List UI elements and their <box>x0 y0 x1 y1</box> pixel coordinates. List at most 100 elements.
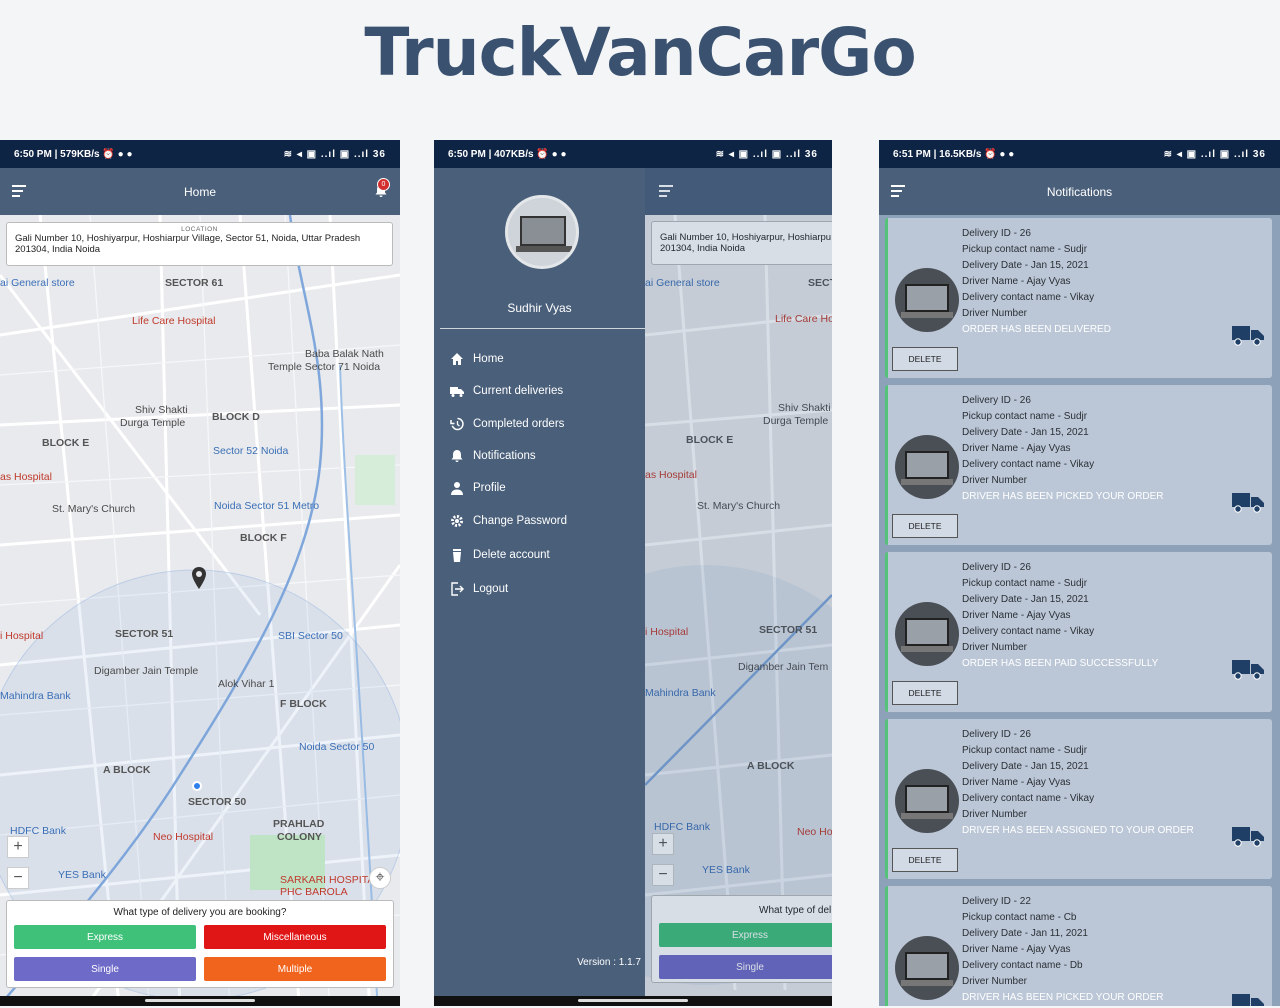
notification-card[interactable]: Delivery ID - 26 Pickup contact name - Su… <box>885 385 1272 545</box>
notification-field: Driver Number <box>962 976 1028 987</box>
delivery-type-card: What type of delivery you are booking? E… <box>6 900 394 988</box>
background-screen: ai General store SECT Life Care Ho Shiv … <box>645 168 832 996</box>
order-status: DRIVER HAS BEEN ASSIGNED TO YOUR ORDER <box>962 825 1194 836</box>
drawer-item-label: Home <box>473 353 504 365</box>
map-label: Noida Sector 51 Metro <box>214 500 320 512</box>
drawer-item-completed-orders[interactable]: Completed orders <box>450 417 564 431</box>
drawer-item-label: Profile <box>473 482 506 494</box>
notification-card[interactable]: Delivery ID - 22 Pickup contact name - Cb… <box>885 886 1272 1006</box>
drawer-item-label: Current deliveries <box>473 385 564 397</box>
notification-field: Delivery Date - Jan 15, 2021 <box>962 761 1089 772</box>
map-label: as Hospital <box>0 471 52 483</box>
map-label: SECTOR 61 <box>165 277 224 289</box>
drawer-item-change-password[interactable]: Change Password <box>450 514 567 528</box>
notification-field: Delivery contact name - Vikay <box>962 459 1095 470</box>
map-label: Neo Hospital <box>153 831 214 843</box>
status-bar: 6:50 PM | 407KB/s ⏰ ● ● ≋ ◂ ▣ ..ıl ▣ ..ı… <box>434 140 832 168</box>
notification-field: Driver Number <box>962 308 1028 319</box>
order-thumbnail <box>895 602 959 666</box>
map-pin-icon[interactable] <box>192 567 206 589</box>
page-title: Notifications <box>1046 184 1113 199</box>
map-view[interactable]: ai General store SECTOR 61 Life Care Hos… <box>0 215 400 996</box>
map-label: St. Mary's Church <box>52 503 136 515</box>
drawer-item-current-deliveries[interactable]: Current deliveries <box>450 384 563 398</box>
drawer-item-home[interactable]: Home <box>450 352 504 366</box>
notification-field: Driver Name - Ajay Vyas <box>962 944 1071 955</box>
map-label: COLONY <box>277 831 322 843</box>
system-nav-bar <box>0 996 400 1006</box>
notification-field: Delivery contact name - Db <box>962 960 1083 971</box>
delete-button[interactable]: DELETE <box>892 347 958 371</box>
order-thumbnail <box>895 268 959 332</box>
status-time: 6:50 PM | 407KB/s ⏰ ● ● <box>448 148 567 160</box>
map-label: PHC BAROLA <box>280 886 348 898</box>
express-button[interactable]: Express <box>14 925 196 949</box>
order-thumbnail <box>895 435 959 499</box>
delete-button[interactable]: DELETE <box>892 514 958 538</box>
app-bar: Notifications <box>879 168 1280 215</box>
location-text: Gali Number 10, Hoshiyarpur, Hoshiarpur … <box>15 233 361 255</box>
location-target-icon[interactable]: ⌖ <box>369 867 391 889</box>
notification-field: Driver Number <box>962 475 1028 486</box>
map-label: A BLOCK <box>103 764 151 776</box>
history-icon <box>450 417 464 431</box>
map-label: Digamber Jain Temple <box>94 665 199 677</box>
user-name: Sudhir Vyas <box>507 301 572 315</box>
map-label: Temple Sector 71 Noida <box>268 361 381 373</box>
notification-details: Delivery ID - 22 Pickup contact name - Cb… <box>962 894 1164 1006</box>
notification-field: Pickup contact name - Sudjr <box>962 411 1088 422</box>
zoom-out-icon[interactable]: − <box>7 867 29 889</box>
drawer-item-notifications[interactable]: Notifications <box>450 449 536 463</box>
notification-field: Driver Name - Ajay Vyas <box>962 443 1071 454</box>
drawer-item-profile[interactable]: Profile <box>450 481 506 495</box>
notification-details: Delivery ID - 26 Pickup contact name - Su… <box>962 727 1194 839</box>
app-bar: Home 0 <box>0 168 400 215</box>
drawer-item-delete-account[interactable]: Delete account <box>450 548 550 562</box>
map-label: Shiv Shakti <box>135 404 188 416</box>
profile-icon <box>451 482 463 495</box>
notification-field: Driver Name - Ajay Vyas <box>962 276 1071 287</box>
single-button[interactable]: Single <box>14 957 196 981</box>
order-status: ORDER HAS BEEN PAID SUCCESSFULLY <box>962 658 1159 669</box>
status-icons: ≋ ◂ ▣ ..ıl ▣ ..ıl 36 <box>715 148 818 160</box>
map-label: YES Bank <box>58 869 106 881</box>
page-title: Home <box>183 184 216 199</box>
notification-card[interactable]: Delivery ID - 26 Pickup contact name - Su… <box>885 719 1272 879</box>
multiple-button[interactable]: Multiple <box>204 957 386 981</box>
menu-icon[interactable] <box>12 185 26 200</box>
map-label: ai General store <box>0 277 75 289</box>
gear-icon <box>451 515 463 527</box>
drawer-screen: 6:50 PM | 407KB/s ⏰ ● ● ≋ ◂ ▣ ..ıl ▣ ..ı… <box>434 140 832 1006</box>
zoom-in-icon[interactable]: + <box>7 836 29 858</box>
divider <box>440 328 645 329</box>
menu-icon[interactable] <box>891 185 905 200</box>
order-status: ORDER HAS BEEN DELIVERED <box>962 324 1111 335</box>
delete-button[interactable]: DELETE <box>892 681 958 705</box>
map-label: SECTOR 50 <box>188 796 247 808</box>
truck-icon <box>1232 493 1264 513</box>
notification-card[interactable]: Delivery ID - 26 Pickup contact name - Su… <box>885 552 1272 712</box>
notification-field: Delivery contact name - Vikay <box>962 626 1095 637</box>
status-time: 6:51 PM | 16.5KB/s ⏰ ● ● <box>893 148 1015 160</box>
logout-icon <box>451 582 464 596</box>
status-time: 6:50 PM | 579KB/s ⏰ ● ● <box>14 148 133 160</box>
notification-details: Delivery ID - 26 Pickup contact name - Su… <box>962 226 1111 338</box>
notification-field: Delivery ID - 26 <box>962 395 1031 406</box>
notification-field: Delivery Date - Jan 15, 2021 <box>962 260 1089 271</box>
avatar[interactable] <box>505 195 579 269</box>
drawer-item-label: Completed orders <box>473 418 565 430</box>
notification-field: Delivery ID - 22 <box>962 896 1031 907</box>
map-label: Noida Sector 50 <box>299 741 375 753</box>
miscellaneous-button[interactable]: Miscellaneous <box>204 925 386 949</box>
notification-field: Delivery Date - Jan 11, 2021 <box>962 928 1088 939</box>
map-label: SECTOR 51 <box>115 628 174 640</box>
notification-field: Driver Name - Ajay Vyas <box>962 610 1071 621</box>
delivery-question: What type of delivery you are booking? <box>113 907 287 918</box>
notification-card[interactable]: Delivery ID - 26 Pickup contact name - Su… <box>885 218 1272 378</box>
map-label: SBI Sector 50 <box>278 630 343 642</box>
map-label: Alok Vihar 1 <box>218 678 275 690</box>
delete-button[interactable]: DELETE <box>892 848 958 872</box>
current-location-dot <box>192 781 202 791</box>
location-card[interactable]: LOCATION Gali Number 10, Hoshiyarpur, Ho… <box>6 222 393 266</box>
drawer-item-logout[interactable]: Logout <box>450 582 508 596</box>
